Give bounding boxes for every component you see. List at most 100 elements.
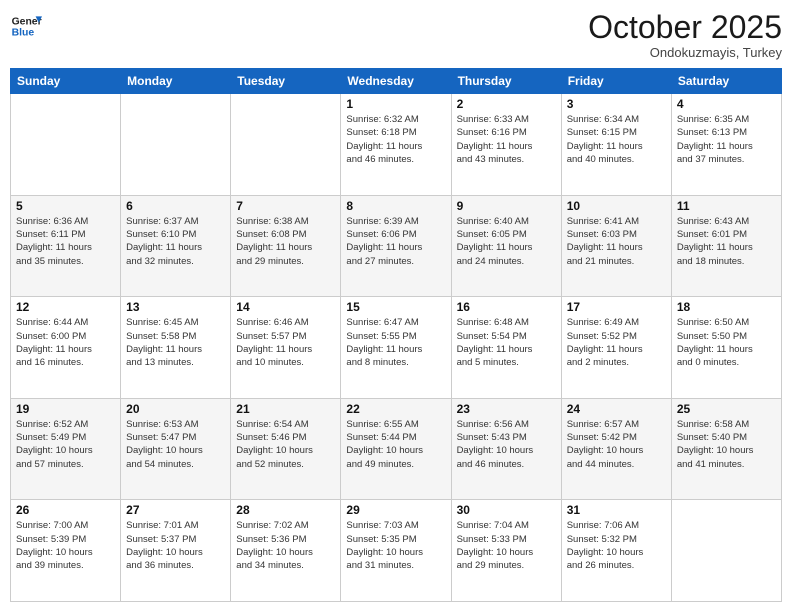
calendar-day-cell — [231, 94, 341, 196]
calendar-day-cell: 31 Sunrise: 7:06 AM Sunset: 5:32 PM Dayli… — [561, 500, 671, 602]
day-info: Sunrise: 6:46 AM Sunset: 5:57 PM Dayligh… — [236, 316, 335, 369]
calendar-week-row: 26 Sunrise: 7:00 AM Sunset: 5:39 PM Dayli… — [11, 500, 782, 602]
calendar-day-cell: 27 Sunrise: 7:01 AM Sunset: 5:37 PM Dayli… — [121, 500, 231, 602]
day-info: Sunrise: 6:34 AM Sunset: 6:15 PM Dayligh… — [567, 113, 666, 166]
calendar-day-cell: 16 Sunrise: 6:48 AM Sunset: 5:54 PM Dayli… — [451, 297, 561, 399]
calendar-day-cell: 7 Sunrise: 6:38 AM Sunset: 6:08 PM Daylig… — [231, 195, 341, 297]
day-info: Sunrise: 6:43 AM Sunset: 6:01 PM Dayligh… — [677, 215, 776, 268]
calendar-week-row: 1 Sunrise: 6:32 AM Sunset: 6:18 PM Daylig… — [11, 94, 782, 196]
calendar-day-cell: 1 Sunrise: 6:32 AM Sunset: 6:18 PM Daylig… — [341, 94, 451, 196]
day-number: 26 — [16, 503, 115, 517]
calendar-week-row: 5 Sunrise: 6:36 AM Sunset: 6:11 PM Daylig… — [11, 195, 782, 297]
day-info: Sunrise: 6:55 AM Sunset: 5:44 PM Dayligh… — [346, 418, 445, 471]
day-number: 5 — [16, 199, 115, 213]
day-info: Sunrise: 6:44 AM Sunset: 6:00 PM Dayligh… — [16, 316, 115, 369]
day-info: Sunrise: 6:56 AM Sunset: 5:43 PM Dayligh… — [457, 418, 556, 471]
day-info: Sunrise: 6:49 AM Sunset: 5:52 PM Dayligh… — [567, 316, 666, 369]
calendar-day-cell: 25 Sunrise: 6:58 AM Sunset: 5:40 PM Dayli… — [671, 398, 781, 500]
day-info: Sunrise: 6:37 AM Sunset: 6:10 PM Dayligh… — [126, 215, 225, 268]
calendar-header-row: SundayMondayTuesdayWednesdayThursdayFrid… — [11, 69, 782, 94]
day-number: 28 — [236, 503, 335, 517]
calendar-day-cell: 2 Sunrise: 6:33 AM Sunset: 6:16 PM Daylig… — [451, 94, 561, 196]
calendar-day-cell: 24Sunrise: 6:57 AM Sunset: 5:42 PM Dayli… — [561, 398, 671, 500]
month-title: October 2025 — [588, 10, 782, 45]
logo-icon: General Blue — [10, 10, 42, 42]
day-number: 14 — [236, 300, 335, 314]
svg-text:Blue: Blue — [12, 28, 35, 39]
day-info: Sunrise: 6:32 AM Sunset: 6:18 PM Dayligh… — [346, 113, 445, 166]
day-number: 18 — [677, 300, 776, 314]
day-number: 29 — [346, 503, 445, 517]
day-number: 1 — [346, 97, 445, 111]
calendar-day-cell: 20Sunrise: 6:53 AM Sunset: 5:47 PM Dayli… — [121, 398, 231, 500]
calendar-day-cell — [11, 94, 121, 196]
day-info: Sunrise: 7:01 AM Sunset: 5:37 PM Dayligh… — [126, 519, 225, 572]
day-info: Sunrise: 6:52 AM Sunset: 5:49 PM Dayligh… — [16, 418, 115, 471]
calendar-day-header: Tuesday — [231, 69, 341, 94]
calendar-day-cell: 12 Sunrise: 6:44 AM Sunset: 6:00 PM Dayli… — [11, 297, 121, 399]
calendar-table: SundayMondayTuesdayWednesdayThursdayFrid… — [10, 68, 782, 602]
calendar-day-cell: 5 Sunrise: 6:36 AM Sunset: 6:11 PM Daylig… — [11, 195, 121, 297]
calendar-day-cell: 15Sunrise: 6:47 AM Sunset: 5:55 PM Dayli… — [341, 297, 451, 399]
day-number: 31 — [567, 503, 666, 517]
calendar-day-header: Friday — [561, 69, 671, 94]
calendar-day-header: Sunday — [11, 69, 121, 94]
calendar-day-cell — [121, 94, 231, 196]
day-info: Sunrise: 6:53 AM Sunset: 5:47 PM Dayligh… — [126, 418, 225, 471]
calendar-day-cell: 11 Sunrise: 6:43 AM Sunset: 6:01 PM Dayli… — [671, 195, 781, 297]
calendar-day-cell: 26 Sunrise: 7:00 AM Sunset: 5:39 PM Dayli… — [11, 500, 121, 602]
day-number: 6 — [126, 199, 225, 213]
day-info: Sunrise: 7:04 AM Sunset: 5:33 PM Dayligh… — [457, 519, 556, 572]
day-info: Sunrise: 6:39 AM Sunset: 6:06 PM Dayligh… — [346, 215, 445, 268]
day-info: Sunrise: 6:33 AM Sunset: 6:16 PM Dayligh… — [457, 113, 556, 166]
day-number: 7 — [236, 199, 335, 213]
day-number: 30 — [457, 503, 556, 517]
calendar-day-cell: 8 Sunrise: 6:39 AM Sunset: 6:06 PM Daylig… — [341, 195, 451, 297]
day-number: 15 — [346, 300, 445, 314]
day-number: 4 — [677, 97, 776, 111]
day-number: 17 — [567, 300, 666, 314]
day-info: Sunrise: 7:06 AM Sunset: 5:32 PM Dayligh… — [567, 519, 666, 572]
day-number: 19 — [16, 402, 115, 416]
day-info: Sunrise: 6:50 AM Sunset: 5:50 PM Dayligh… — [677, 316, 776, 369]
page: General Blue October 2025 Ondokuzmayis, … — [0, 0, 792, 612]
header: General Blue October 2025 Ondokuzmayis, … — [10, 10, 782, 60]
day-info: Sunrise: 6:36 AM Sunset: 6:11 PM Dayligh… — [16, 215, 115, 268]
calendar-day-cell: 6 Sunrise: 6:37 AM Sunset: 6:10 PM Daylig… — [121, 195, 231, 297]
day-number: 27 — [126, 503, 225, 517]
day-number: 25 — [677, 402, 776, 416]
day-number: 12 — [16, 300, 115, 314]
day-info: Sunrise: 6:41 AM Sunset: 6:03 PM Dayligh… — [567, 215, 666, 268]
day-number: 2 — [457, 97, 556, 111]
day-info: Sunrise: 6:45 AM Sunset: 5:58 PM Dayligh… — [126, 316, 225, 369]
calendar-day-cell: 19 Sunrise: 6:52 AM Sunset: 5:49 PM Dayli… — [11, 398, 121, 500]
title-area: October 2025 Ondokuzmayis, Turkey — [588, 10, 782, 60]
day-info: Sunrise: 7:03 AM Sunset: 5:35 PM Dayligh… — [346, 519, 445, 572]
calendar-day-cell: 22Sunrise: 6:55 AM Sunset: 5:44 PM Dayli… — [341, 398, 451, 500]
day-number: 16 — [457, 300, 556, 314]
calendar-day-cell: 17 Sunrise: 6:49 AM Sunset: 5:52 PM Dayli… — [561, 297, 671, 399]
logo: General Blue — [10, 10, 42, 42]
day-info: Sunrise: 7:02 AM Sunset: 5:36 PM Dayligh… — [236, 519, 335, 572]
calendar-day-cell: 4Sunrise: 6:35 AM Sunset: 6:13 PM Daylig… — [671, 94, 781, 196]
day-info: Sunrise: 6:38 AM Sunset: 6:08 PM Dayligh… — [236, 215, 335, 268]
day-info: Sunrise: 6:54 AM Sunset: 5:46 PM Dayligh… — [236, 418, 335, 471]
calendar-day-cell: 30 Sunrise: 7:04 AM Sunset: 5:33 PM Dayli… — [451, 500, 561, 602]
location-subtitle: Ondokuzmayis, Turkey — [588, 45, 782, 60]
day-info: Sunrise: 6:57 AM Sunset: 5:42 PM Dayligh… — [567, 418, 666, 471]
calendar-day-cell: 10Sunrise: 6:41 AM Sunset: 6:03 PM Dayli… — [561, 195, 671, 297]
day-info: Sunrise: 6:58 AM Sunset: 5:40 PM Dayligh… — [677, 418, 776, 471]
calendar-day-cell: 9Sunrise: 6:40 AM Sunset: 6:05 PM Daylig… — [451, 195, 561, 297]
calendar-day-cell — [671, 500, 781, 602]
calendar-day-header: Monday — [121, 69, 231, 94]
day-number: 11 — [677, 199, 776, 213]
calendar-week-row: 19 Sunrise: 6:52 AM Sunset: 5:49 PM Dayli… — [11, 398, 782, 500]
day-info: Sunrise: 6:48 AM Sunset: 5:54 PM Dayligh… — [457, 316, 556, 369]
day-number: 8 — [346, 199, 445, 213]
calendar-day-header: Wednesday — [341, 69, 451, 94]
calendar-day-cell: 23Sunrise: 6:56 AM Sunset: 5:43 PM Dayli… — [451, 398, 561, 500]
calendar-day-cell: 14 Sunrise: 6:46 AM Sunset: 5:57 PM Dayli… — [231, 297, 341, 399]
calendar-day-header: Thursday — [451, 69, 561, 94]
day-info: Sunrise: 7:00 AM Sunset: 5:39 PM Dayligh… — [16, 519, 115, 572]
calendar-day-cell: 29 Sunrise: 7:03 AM Sunset: 5:35 PM Dayli… — [341, 500, 451, 602]
